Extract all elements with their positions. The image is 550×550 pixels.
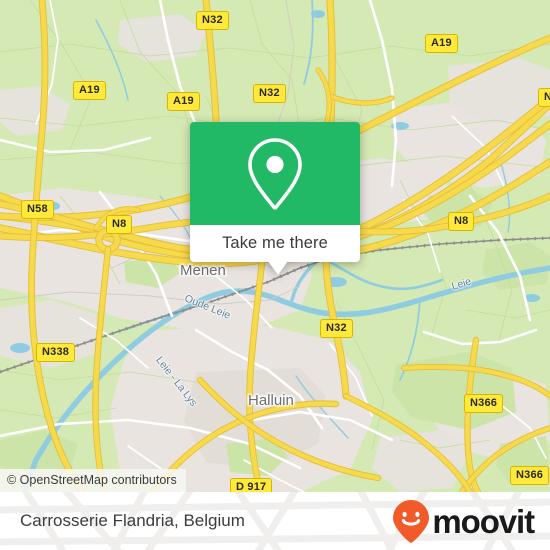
road-shield: N32: [196, 11, 229, 30]
road-shield: N32: [253, 84, 286, 103]
road-shield: N58: [21, 200, 54, 219]
road-shield: N8: [448, 212, 475, 231]
road-shield: A19: [167, 92, 200, 111]
road-shield: A19: [425, 34, 458, 53]
callout-pointer-tail: [268, 261, 288, 275]
road-shield: N8: [106, 215, 133, 234]
road-shield: N32: [320, 319, 353, 338]
map-pin-icon: [248, 137, 302, 210]
take-me-there-label: Take me there: [222, 234, 328, 252]
map-callout-card[interactable]: Take me there: [190, 122, 360, 275]
moovit-wordmark: moovit: [432, 502, 535, 540]
place-label: Menen: [180, 262, 226, 279]
callout-action-panel[interactable]: Take me there: [190, 225, 360, 262]
road-shield: N366: [464, 394, 504, 413]
location-title: Carrosserie Flandria, Belgium: [20, 511, 245, 530]
footer-bar: Carrosserie Flandria, Belgium moovit: [0, 492, 550, 550]
place-label: Halluin: [248, 392, 294, 409]
callout-image-panel: [190, 122, 360, 225]
moovit-logo[interactable]: moovit: [391, 499, 535, 543]
road-shield: D 917: [230, 478, 273, 492]
road-shield: A19: [73, 81, 106, 100]
moovit-smiley-pin-icon: [393, 500, 430, 543]
road-shield: N338: [36, 343, 76, 362]
road-shield: N32: [538, 88, 550, 107]
map-attribution[interactable]: © OpenStreetMap contributors: [0, 469, 186, 492]
road-shield: N366: [510, 466, 550, 485]
map-canvas[interactable]: .veg { fill:#d5e9b4; } .veg2 { fill:#cde…: [0, 0, 550, 492]
moovit-map-screenshot: .veg { fill:#d5e9b4; } .veg2 { fill:#cde…: [0, 0, 550, 550]
